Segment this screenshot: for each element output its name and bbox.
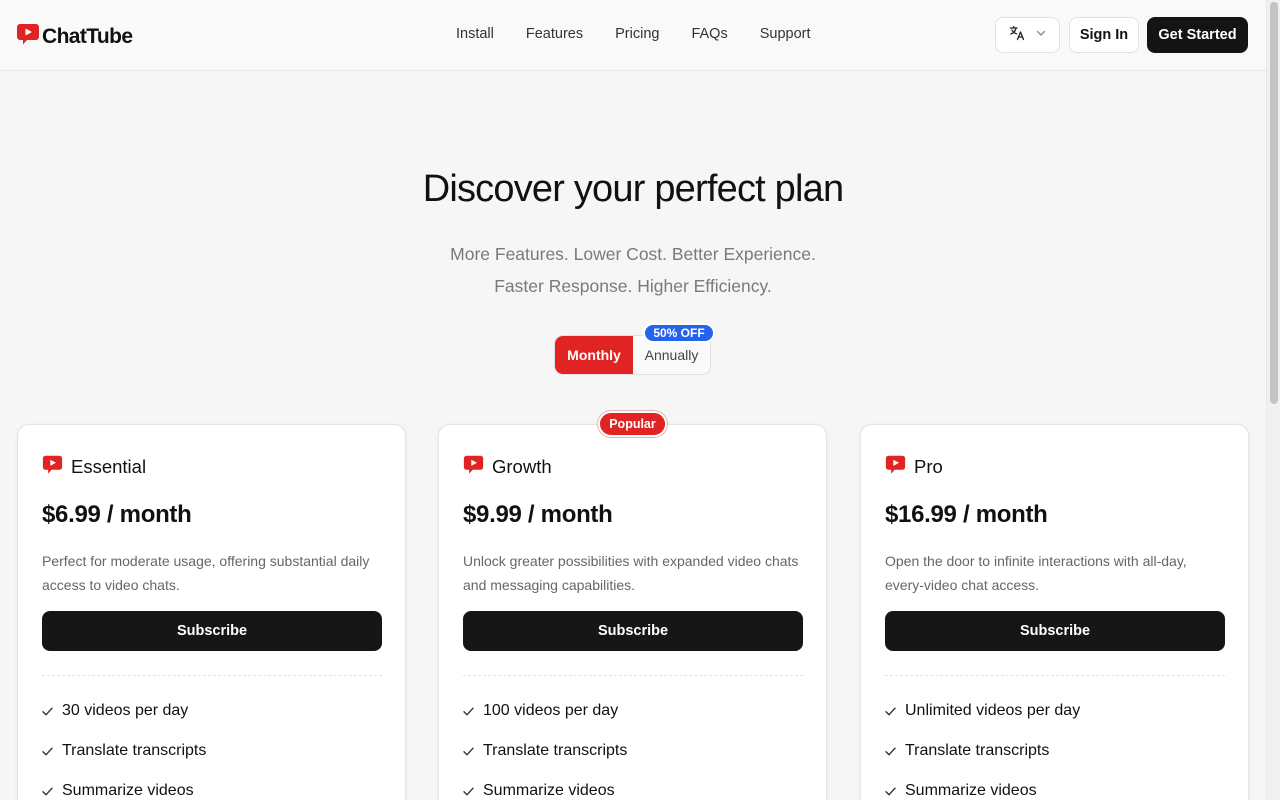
brand-name: ChatTube	[42, 24, 133, 48]
main-nav: Install Features Pricing FAQs Support	[440, 26, 827, 42]
plan-card-pro: Pro $16.99 / month Open the door to infi…	[860, 424, 1249, 800]
plan-description: Perfect for moderate usage, offering sub…	[42, 553, 370, 593]
page-scrollbar[interactable]	[1266, 0, 1280, 800]
feature-text: Summarize videos	[905, 782, 1037, 799]
plan-description: Unlock greater possibilities with expand…	[463, 553, 799, 593]
feature-text: 100 videos per day	[483, 702, 619, 719]
plan-name: Growth	[492, 456, 552, 477]
divider	[42, 675, 382, 676]
feature-item: Translate transcripts	[463, 731, 627, 771]
sign-in-button[interactable]: Sign In	[1069, 17, 1139, 53]
subscribe-button-growth[interactable]: Subscribe	[463, 611, 803, 651]
check-icon	[463, 707, 474, 716]
feature-item: Translate transcripts	[42, 731, 206, 771]
feature-text: Translate transcripts	[62, 742, 207, 759]
plan-header: Essential	[42, 454, 146, 480]
check-icon	[42, 787, 53, 796]
check-icon	[463, 747, 474, 756]
feature-item: Translate transcripts	[885, 731, 1080, 771]
page-title: Discover your perfect plan	[422, 168, 844, 210]
language-selector[interactable]	[995, 17, 1060, 53]
plan-price: $16.99 / month	[885, 501, 1048, 528]
plan-description: Open the door to infinite interactions w…	[885, 553, 1187, 593]
plan-name: Pro	[914, 456, 943, 477]
nav-faqs[interactable]: FAQs	[691, 26, 727, 42]
feature-text: Summarize videos	[62, 782, 194, 799]
check-icon	[885, 747, 896, 756]
brand-logo[interactable]: ChatTube	[16, 22, 133, 51]
feature-text: Summarize videos	[483, 782, 615, 799]
hero-subtitle-line1: More Features. Lower Cost. Better Experi…	[450, 244, 816, 264]
monthly-toggle-button[interactable]: Monthly	[555, 336, 633, 374]
plan-price: $9.99 / month	[463, 501, 613, 528]
nav-features[interactable]: Features	[526, 26, 583, 42]
chattube-logo-icon	[463, 454, 484, 480]
feature-item: Summarize videos	[463, 771, 627, 800]
get-started-button[interactable]: Get Started	[1147, 17, 1248, 53]
subscribe-button-essential[interactable]: Subscribe	[42, 611, 382, 651]
feature-text: Translate transcripts	[905, 742, 1050, 759]
chattube-logo-icon	[16, 22, 40, 51]
nav-pricing[interactable]: Pricing	[615, 26, 659, 42]
feature-text: Translate transcripts	[483, 742, 628, 759]
plan-card-growth: Growth $9.99 / month Unlock greater poss…	[438, 424, 827, 800]
feature-list: 30 videos per day Translate transcripts …	[42, 691, 206, 800]
divider	[885, 675, 1225, 676]
chattube-logo-icon	[885, 454, 906, 480]
nav-support[interactable]: Support	[760, 26, 811, 42]
feature-list: Unlimited videos per day Translate trans…	[885, 691, 1080, 800]
subscribe-button-pro[interactable]: Subscribe	[885, 611, 1225, 651]
feature-item: 30 videos per day	[42, 691, 206, 731]
chattube-logo-icon	[42, 454, 63, 480]
site-header: ChatTube Install Features Pricing FAQs S…	[0, 0, 1266, 71]
feature-item: 100 videos per day	[463, 691, 627, 731]
plan-name: Essential	[71, 456, 147, 477]
popular-badge: Popular	[598, 411, 667, 437]
plan-header: Growth	[463, 454, 552, 480]
feature-text: 30 videos per day	[62, 702, 189, 719]
check-icon	[42, 707, 53, 716]
discount-badge: 50% OFF	[643, 323, 715, 343]
feature-text: Unlimited videos per day	[905, 702, 1081, 719]
translate-icon	[1009, 25, 1025, 46]
divider	[463, 675, 803, 676]
chevron-down-icon	[1035, 26, 1047, 44]
feature-item: Summarize videos	[42, 771, 206, 800]
plan-card-essential: Essential $6.99 / month Perfect for mode…	[17, 424, 406, 800]
hero-subtitle-line2: Faster Response. Higher Efficiency.	[494, 276, 772, 296]
check-icon	[885, 787, 896, 796]
plan-price: $6.99 / month	[42, 501, 192, 528]
check-icon	[42, 747, 53, 756]
scrollbar-thumb[interactable]	[1270, 2, 1278, 404]
check-icon	[885, 707, 896, 716]
feature-item: Unlimited videos per day	[885, 691, 1080, 731]
feature-item: Summarize videos	[885, 771, 1080, 800]
check-icon	[463, 787, 474, 796]
feature-list: 100 videos per day Translate transcripts…	[463, 691, 627, 800]
nav-install[interactable]: Install	[456, 26, 494, 42]
plan-header: Pro	[885, 454, 943, 480]
